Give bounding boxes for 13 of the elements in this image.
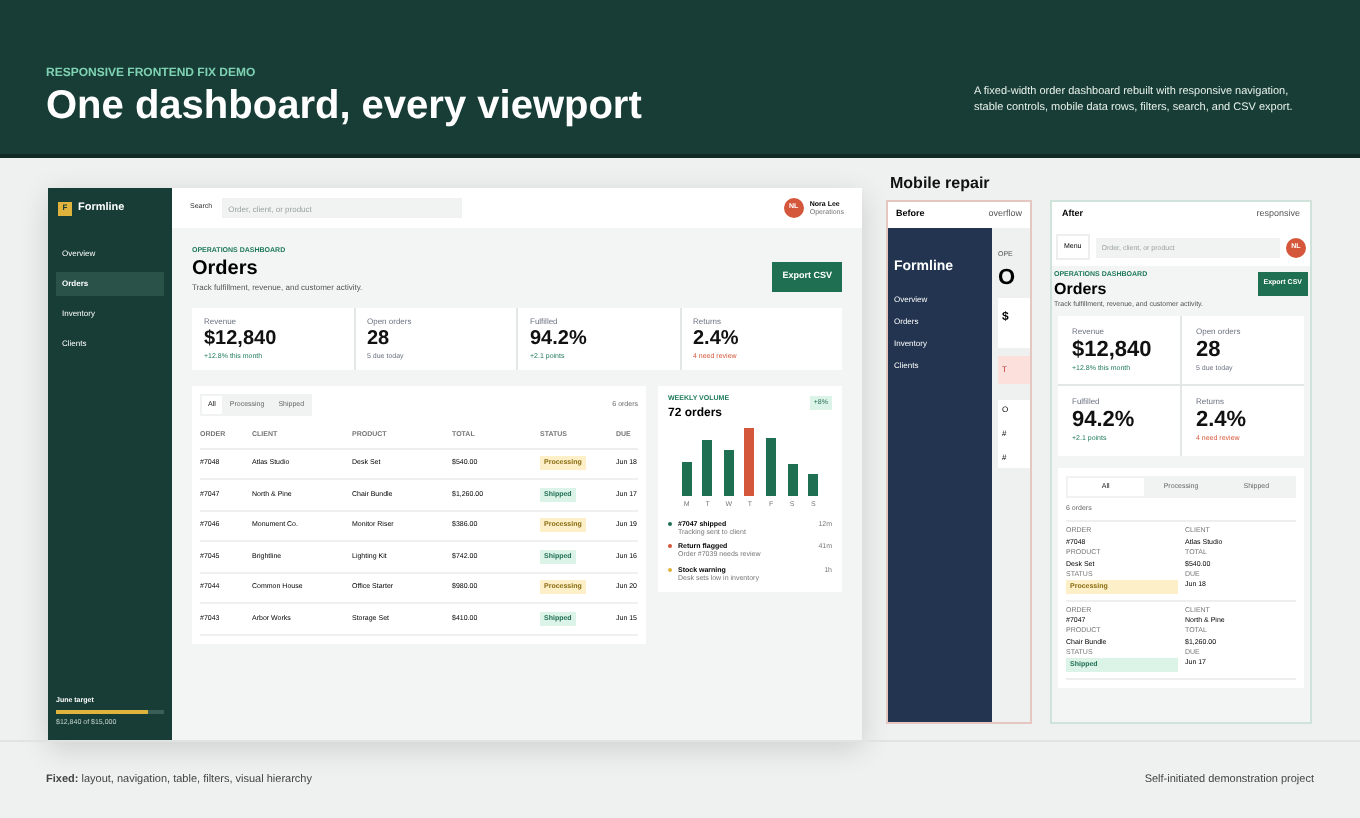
section-title: Orders (192, 259, 260, 279)
mobile-section-title: Mobile repair (890, 176, 992, 192)
kpi-value: 28 (367, 329, 392, 349)
kpi-value: 94.2% (1072, 410, 1137, 433)
kpi-value: $12,840 (1072, 339, 1154, 362)
kpi-value: 2.4% (1196, 410, 1249, 433)
kpi-value: 28 (1196, 339, 1223, 362)
kpi-value: 2.4% (693, 329, 741, 349)
cropped-heading: O (998, 267, 1018, 289)
kpi-value: 94.2% (530, 329, 589, 349)
kpi-value: $12,840 (204, 329, 279, 349)
section-title: Orders (1054, 281, 1109, 298)
page-title: One dashboard, every viewport (46, 86, 642, 126)
